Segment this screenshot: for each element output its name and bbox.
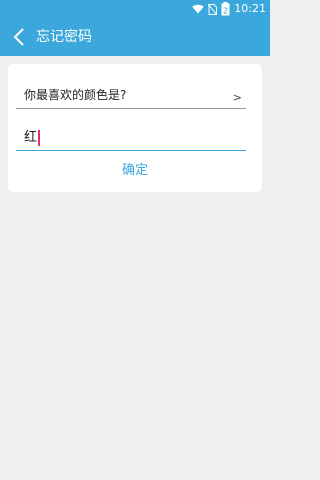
app-bar: 忘记密码 xyxy=(0,18,270,56)
wifi-icon xyxy=(192,4,204,14)
battery-level: 2 xyxy=(223,7,228,16)
answer-input-value: 红 xyxy=(24,130,38,145)
no-sim-icon xyxy=(208,3,218,15)
status-time: 10:21 xyxy=(234,2,266,15)
status-icons: 2 10:21 xyxy=(192,0,266,18)
answer-input[interactable]: 红 xyxy=(16,126,246,151)
security-question-selector[interactable]: 你最喜欢的颜色是? > xyxy=(16,82,246,109)
page-title: 忘记密码 xyxy=(36,29,92,45)
chevron-left-icon xyxy=(13,28,24,46)
text-caret xyxy=(38,130,40,146)
battery-icon: 2 xyxy=(221,2,230,16)
back-button[interactable] xyxy=(8,26,30,48)
confirm-button[interactable]: 确定 xyxy=(8,157,262,185)
status-bar: 2 10:21 xyxy=(0,0,270,18)
security-question-text: 你最喜欢的颜色是? xyxy=(24,88,127,102)
chevron-right-icon: > xyxy=(232,91,242,104)
